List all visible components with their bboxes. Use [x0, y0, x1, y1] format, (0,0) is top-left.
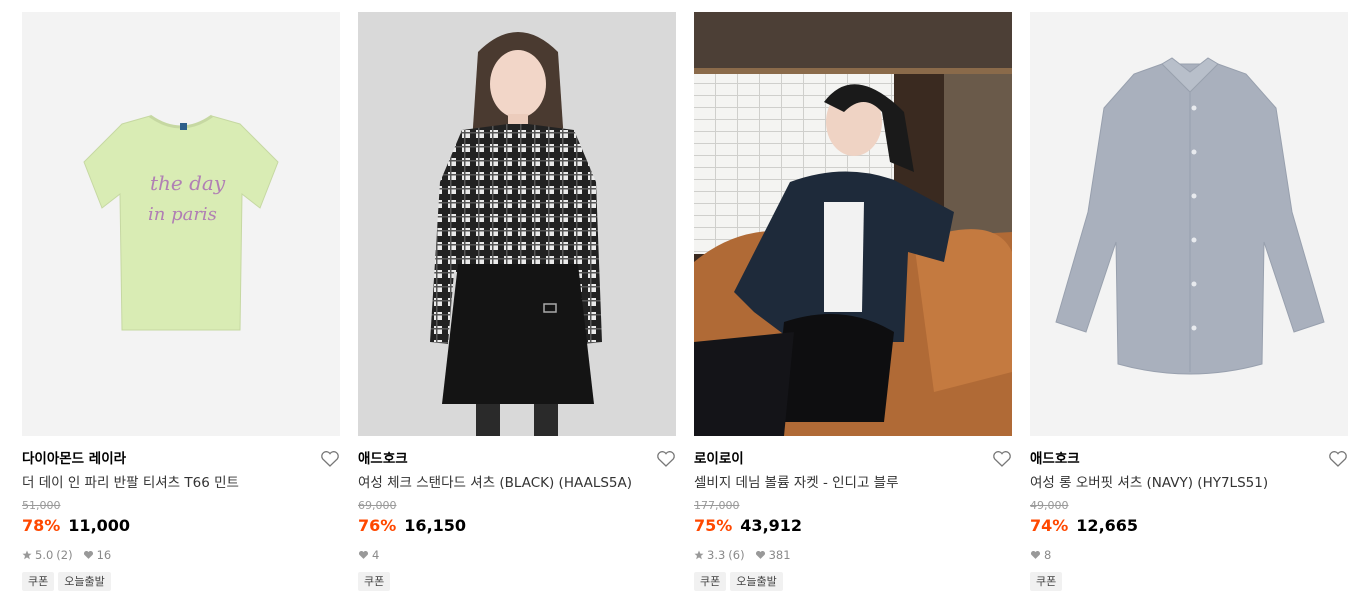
- brand-name[interactable]: 애드호크: [358, 448, 676, 470]
- original-price: 49,000: [1030, 499, 1069, 512]
- original-price: 177,000: [694, 499, 740, 512]
- product-stats: 3.3 (6) 381: [694, 546, 1012, 564]
- product-card[interactable]: 애드호크 여성 롱 오버핏 셔츠 (NAVY) (HY7LS51) 49,000…: [1030, 12, 1348, 591]
- model-denim-jacket-image: [694, 12, 1012, 436]
- rating: 5.0 (2): [22, 546, 73, 564]
- price-row: 74% 12,665: [1030, 514, 1348, 538]
- product-card[interactable]: 로이로이 셀비지 데님 볼륨 자켓 - 인디고 블루 177,000 75% 43…: [694, 12, 1012, 591]
- price-row: 76% 16,150: [358, 514, 676, 538]
- shirt-print-line-2: in paris: [148, 204, 217, 225]
- review-count: (6): [728, 548, 745, 562]
- brand-name[interactable]: 애드호크: [1030, 448, 1348, 470]
- sale-price: 11,000: [68, 516, 131, 535]
- like-count: 16: [96, 548, 112, 562]
- rating: 3.3 (6): [694, 546, 745, 564]
- product-meta: 애드호크 여성 롱 오버핏 셔츠 (NAVY) (HY7LS51) 49,000…: [1030, 448, 1348, 591]
- heart-outline-icon[interactable]: [320, 450, 340, 468]
- product-meta: 애드호크 여성 체크 스탠다드 셔츠 (BLACK) (HAALS5A) 69,…: [358, 448, 676, 591]
- heart-outline-icon[interactable]: [992, 450, 1012, 468]
- star-icon: [22, 550, 32, 560]
- tag-list: 쿠폰: [358, 572, 676, 591]
- likes: 4: [358, 546, 379, 564]
- price-row: 78% 11,000: [22, 514, 340, 538]
- sale-price: 12,665: [1076, 516, 1139, 535]
- model-plaid-shirt-image: [358, 12, 676, 436]
- heart-outline-icon[interactable]: [656, 450, 676, 468]
- likes: 381: [755, 546, 791, 564]
- tag-list: 쿠폰: [1030, 572, 1348, 591]
- product-image[interactable]: the day in paris: [22, 12, 340, 436]
- like-count: 4: [372, 548, 380, 562]
- brand-name[interactable]: 로이로이: [694, 448, 1012, 470]
- product-meta: 다이아몬드 레이라 더 데이 인 파리 반팔 티셔츠 T66 민트 51,000…: [22, 448, 340, 591]
- likes: 8: [1030, 546, 1051, 564]
- product-card[interactable]: 애드호크 여성 체크 스탠다드 셔츠 (BLACK) (HAALS5A) 69,…: [358, 12, 676, 591]
- tag-coupon: 쿠폰: [22, 572, 55, 591]
- like-count: 381: [768, 548, 791, 562]
- original-price: 69,000: [358, 499, 397, 512]
- original-price: 51,000: [22, 499, 61, 512]
- heart-filled-icon: [755, 550, 765, 559]
- tag-list: 쿠폰 오늘출발: [22, 572, 340, 591]
- product-stats: 5.0 (2) 16: [22, 546, 340, 564]
- gray-shirt-image: [1030, 12, 1348, 436]
- discount-rate: 74%: [1030, 516, 1069, 535]
- product-grid: the day in paris 다이아몬드 레이라 더 데이 인 파리 반팔 …: [22, 12, 1348, 591]
- mint-tshirt-image: the day in paris: [22, 12, 340, 436]
- rating-value: 3.3: [707, 548, 726, 562]
- brand-name[interactable]: 다이아몬드 레이라: [22, 448, 340, 470]
- tag-today-shipping: 오늘출발: [730, 572, 783, 591]
- tag-coupon: 쿠폰: [694, 572, 727, 591]
- product-name[interactable]: 더 데이 인 파리 반팔 티셔츠 T66 민트: [22, 470, 340, 496]
- review-count: (2): [56, 548, 73, 562]
- tag-coupon: 쿠폰: [1030, 572, 1063, 591]
- tag-list: 쿠폰 오늘출발: [694, 572, 1012, 591]
- product-card[interactable]: the day in paris 다이아몬드 레이라 더 데이 인 파리 반팔 …: [22, 12, 340, 591]
- rating-value: 5.0: [35, 548, 54, 562]
- discount-rate: 78%: [22, 516, 61, 535]
- product-image[interactable]: [358, 12, 676, 436]
- like-count: 8: [1044, 548, 1052, 562]
- product-image[interactable]: [1030, 12, 1348, 436]
- tag-today-shipping: 오늘출발: [58, 572, 111, 591]
- likes: 16: [83, 546, 112, 564]
- product-name[interactable]: 여성 체크 스탠다드 셔츠 (BLACK) (HAALS5A): [358, 470, 676, 496]
- product-meta: 로이로이 셀비지 데님 볼륨 자켓 - 인디고 블루 177,000 75% 43…: [694, 448, 1012, 591]
- heart-filled-icon: [83, 550, 93, 559]
- product-name[interactable]: 여성 롱 오버핏 셔츠 (NAVY) (HY7LS51): [1030, 470, 1348, 496]
- star-icon: [694, 550, 704, 560]
- product-stats: 8: [1030, 546, 1348, 564]
- heart-filled-icon: [358, 550, 369, 559]
- shirt-print-line-1: the day: [150, 171, 226, 195]
- sale-price: 16,150: [404, 516, 467, 535]
- price-row: 75% 43,912: [694, 514, 1012, 538]
- product-image[interactable]: [694, 12, 1012, 436]
- heart-outline-icon[interactable]: [1328, 450, 1348, 468]
- product-stats: 4: [358, 546, 676, 564]
- tag-coupon: 쿠폰: [358, 572, 391, 591]
- product-name[interactable]: 셀비지 데님 볼륨 자켓 - 인디고 블루: [694, 470, 1012, 496]
- heart-filled-icon: [1030, 550, 1041, 559]
- discount-rate: 75%: [694, 516, 733, 535]
- discount-rate: 76%: [358, 516, 397, 535]
- sale-price: 43,912: [740, 516, 803, 535]
